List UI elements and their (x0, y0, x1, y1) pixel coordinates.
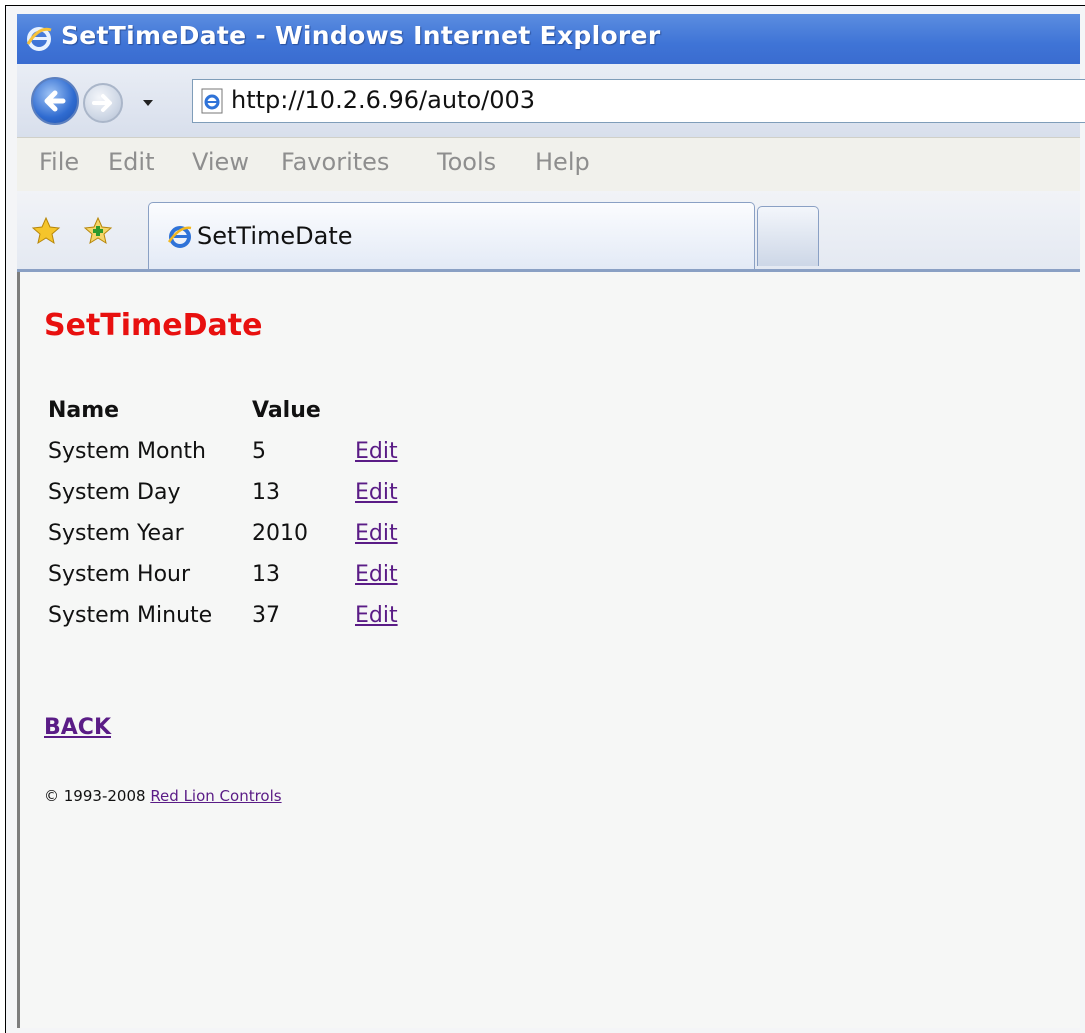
back-button[interactable] (31, 77, 79, 125)
row-value: 13 (252, 480, 280, 505)
menu-favorites[interactable]: Favorites (281, 148, 389, 176)
row-name: System Minute (48, 603, 213, 628)
menu-help[interactable]: Help (535, 148, 590, 176)
row-name: System Month (48, 439, 206, 464)
row-value: 5 (252, 439, 266, 464)
edit-link[interactable]: Edit (355, 603, 398, 628)
edit-link[interactable]: Edit (355, 480, 398, 505)
row-value: 37 (252, 603, 280, 628)
row-name: System Year (48, 521, 184, 546)
page-icon (201, 88, 223, 114)
company-link[interactable]: Red Lion Controls (150, 787, 281, 805)
table-row: System Day 13 Edit (48, 472, 398, 513)
table-row: System Minute 37 Edit (48, 595, 398, 636)
table-row: System Month 5 Edit (48, 431, 398, 472)
title-bar: SetTimeDate - Windows Internet Explorer (17, 14, 1080, 64)
column-header-name: Name (48, 398, 120, 423)
row-value: 13 (252, 562, 280, 587)
tab-ie-icon (167, 226, 192, 248)
edit-link[interactable]: Edit (355, 562, 398, 587)
window-title: SetTimeDate - Windows Internet Explorer (61, 21, 661, 50)
back-link[interactable]: BACK (44, 715, 111, 740)
table-row: System Year 2010 Edit (48, 513, 398, 554)
page-title: SetTimeDate (44, 308, 263, 343)
table-header-row: Name Value (48, 390, 398, 431)
row-name: System Hour (48, 562, 191, 587)
ie-logo-icon (26, 27, 52, 51)
new-tab-button[interactable] (757, 206, 819, 266)
settings-table: Name Value System Month 5 Edit System Da… (48, 390, 398, 636)
url-text: http://10.2.6.96/auto/003 (231, 86, 536, 114)
dropdown-arrow-icon[interactable] (142, 98, 154, 108)
add-favorites-icon[interactable] (83, 216, 113, 246)
edit-link[interactable]: Edit (355, 521, 398, 546)
footer: © 1993-2008 Red Lion Controls (44, 787, 282, 805)
row-value: 2010 (252, 521, 308, 546)
tab-bar: SetTimeDate (17, 191, 1080, 272)
forward-button[interactable] (83, 83, 123, 123)
table-row: System Hour 13 Edit (48, 554, 398, 595)
menu-bar: File Edit View Favorites Tools Help (17, 137, 1080, 193)
copyright-text: © 1993-2008 (44, 787, 146, 805)
menu-tools[interactable]: Tools (437, 148, 496, 176)
back-arrow-icon (44, 90, 66, 112)
column-header-value: Value (252, 398, 321, 423)
menu-edit[interactable]: Edit (108, 148, 154, 176)
tab-settimedate[interactable]: SetTimeDate (148, 202, 755, 269)
tab-label: SetTimeDate (197, 222, 353, 250)
address-input[interactable]: http://10.2.6.96/auto/003 (192, 79, 1085, 123)
menu-view[interactable]: View (192, 148, 249, 176)
menu-file[interactable]: File (39, 148, 79, 176)
row-name: System Day (48, 480, 181, 505)
page-content: SetTimeDate Name Value System Month 5 Ed… (17, 272, 1080, 1028)
edit-link[interactable]: Edit (355, 439, 398, 464)
forward-arrow-icon (92, 94, 112, 112)
address-toolbar: http://10.2.6.96/auto/003 (17, 64, 1085, 137)
favorites-star-icon[interactable] (31, 216, 61, 246)
column-header-action (355, 390, 398, 431)
